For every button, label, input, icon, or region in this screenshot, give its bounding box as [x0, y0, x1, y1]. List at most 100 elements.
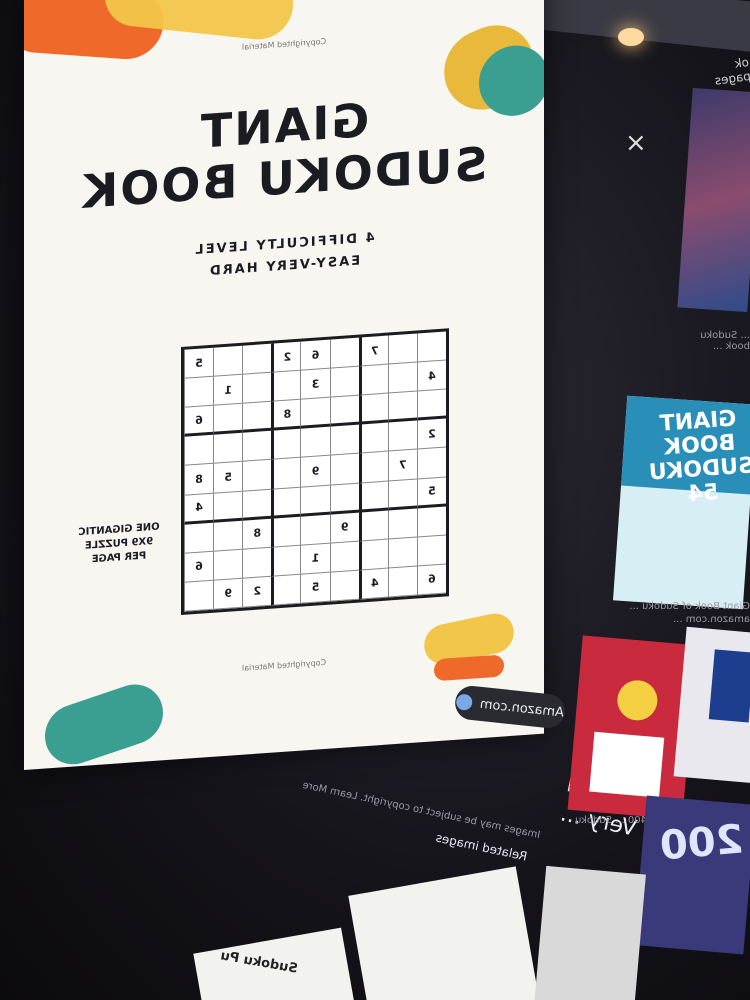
- sudoku-cell: [300, 397, 330, 429]
- copyright-mark: Copyrighted Material: [241, 36, 327, 52]
- sudoku-cell: [242, 343, 272, 375]
- copyright-note: Images may be subject to copyright. Lear…: [301, 779, 542, 842]
- thumbnail-badge: [615, 678, 660, 722]
- sudoku-cell: [329, 424, 359, 457]
- sudoku-cell: 4: [358, 568, 388, 600]
- thumbnail-puzzle: [589, 731, 665, 798]
- sudoku-cell: [358, 364, 388, 396]
- sudoku-cell: [387, 566, 417, 598]
- sudoku-cell: 3: [300, 368, 330, 400]
- sudoku-cell: [242, 372, 272, 404]
- sudoku-cell: [242, 460, 272, 492]
- sudoku-cell: [271, 574, 301, 606]
- sudoku-cell: 1: [213, 374, 243, 406]
- browser-tab-text: ok pages: [713, 55, 750, 88]
- image-preview[interactable]: Copyrighted Material GIANT SUDOKU BOOK 4…: [24, 0, 544, 770]
- sudoku-cell: 8: [242, 518, 272, 550]
- sudoku-cell: [242, 489, 272, 521]
- sudoku-grid: 7625431862795854981664529: [181, 328, 449, 616]
- sudoku-cell: [358, 422, 388, 455]
- book-cover: Copyrighted Material GIANT SUDOKU BOOK 4…: [24, 0, 544, 770]
- sudoku-cell: [300, 485, 330, 517]
- sudoku-cell: [416, 389, 446, 421]
- sudoku-cell: [329, 570, 359, 602]
- source-favicon-icon: [455, 693, 473, 711]
- sudoku-cell: [358, 393, 388, 425]
- sudoku-cell: [213, 433, 243, 465]
- sudoku-cell: [358, 451, 388, 484]
- sudoku-cell: [329, 454, 359, 486]
- sudoku-cell: 4: [416, 360, 446, 392]
- source-label: Amazon.com: [479, 696, 565, 721]
- sudoku-cell: [329, 395, 359, 427]
- sudoku-cell: [300, 426, 330, 459]
- sudoku-cell: 8: [271, 399, 301, 432]
- sudoku-cell: [271, 516, 301, 548]
- book-subtitle: 4 DIFFICULTY LEVEL EASY-VERY HARD: [24, 216, 544, 296]
- sudoku-cell: [329, 483, 359, 515]
- sudoku-cell: [213, 345, 243, 377]
- sudoku-cell: [329, 337, 359, 369]
- thumbnail-caption[interactable]: Giant Book of Sudoku ... amazon.com ...: [625, 600, 750, 626]
- sudoku-cell: 1: [300, 543, 330, 575]
- sudoku-cell: [184, 435, 214, 467]
- sudoku-cell: 7: [387, 449, 417, 482]
- sudoku-cell: [387, 479, 417, 511]
- sudoku-cell: 8: [184, 464, 214, 496]
- sudoku-cell: [416, 506, 446, 538]
- sudoku-cell: [329, 366, 359, 398]
- thumbnail-caption[interactable]: ... Sudoku book ...: [680, 330, 750, 352]
- sudoku-cell: 2: [271, 341, 301, 373]
- sudoku-cell: [213, 520, 243, 552]
- thumbnail-title: 200: [658, 816, 746, 870]
- thumbnail-caption[interactable]: 400 ... Sudoku: [575, 815, 647, 826]
- sudoku-cell: 5: [416, 477, 446, 509]
- sudoku-cell: [387, 537, 417, 569]
- sudoku-cell: [271, 487, 301, 519]
- sudoku-cell: [387, 391, 417, 423]
- result-thumbnail[interactable]: [673, 626, 750, 784]
- sudoku-cell: [387, 508, 417, 540]
- sudoku-cell: [271, 545, 301, 577]
- sudoku-cell: 7: [358, 335, 388, 367]
- book-title: GIANT SUDOKU BOOK: [24, 82, 544, 222]
- sudoku-cell: [213, 491, 243, 523]
- sudoku-cell: [271, 458, 301, 490]
- sudoku-cell: [300, 514, 330, 546]
- result-thumbnail[interactable]: [534, 865, 646, 1000]
- puzzle-note: ONE GIGANTIC 9X9 PUZZLE PER PAGE: [64, 520, 174, 570]
- sudoku-cell: 6: [300, 339, 330, 371]
- sudoku-cell: 4: [184, 493, 214, 525]
- sudoku-cell: 9: [300, 456, 330, 488]
- sudoku-cell: [184, 376, 214, 409]
- sudoku-cell: [387, 333, 417, 365]
- sudoku-cell: 6: [184, 551, 214, 583]
- photo-scene: ok pages Copyrighted Material GIANT SUDO…: [0, 0, 750, 1000]
- sudoku-cell: [387, 362, 417, 394]
- sudoku-cell: [271, 428, 301, 461]
- result-thumbnail[interactable]: [677, 87, 750, 313]
- sudoku-cell: 5: [184, 347, 214, 379]
- sudoku-cell: 9: [213, 578, 243, 610]
- sudoku-cell: [242, 431, 272, 463]
- thumbnail-title: GIANT BOOK SUDOKU 54: [648, 406, 750, 507]
- sudoku-cell: 9: [329, 512, 359, 544]
- sudoku-cell: [416, 447, 446, 480]
- sudoku-cell: 2: [242, 576, 272, 608]
- sudoku-cell: [184, 580, 214, 612]
- thumbnail-accent: [708, 649, 750, 723]
- sudoku-cell: [358, 481, 388, 513]
- sudoku-cell: [184, 522, 214, 554]
- close-icon[interactable]: ×: [625, 128, 647, 158]
- sudoku-cell: 2: [416, 418, 446, 450]
- sudoku-cell: [213, 403, 243, 436]
- sudoku-cell: 5: [300, 572, 330, 604]
- sudoku-cell: [329, 541, 359, 573]
- sudoku-cell: [213, 549, 243, 581]
- sudoku-cell: 6: [184, 405, 214, 438]
- sudoku-cell: [416, 535, 446, 567]
- related-image-thumbnail[interactable]: [348, 866, 542, 1000]
- sudoku-cell: [271, 370, 301, 402]
- copyright-mark-bottom: Copyrighted Material: [241, 657, 327, 673]
- sudoku-cell: [416, 331, 446, 363]
